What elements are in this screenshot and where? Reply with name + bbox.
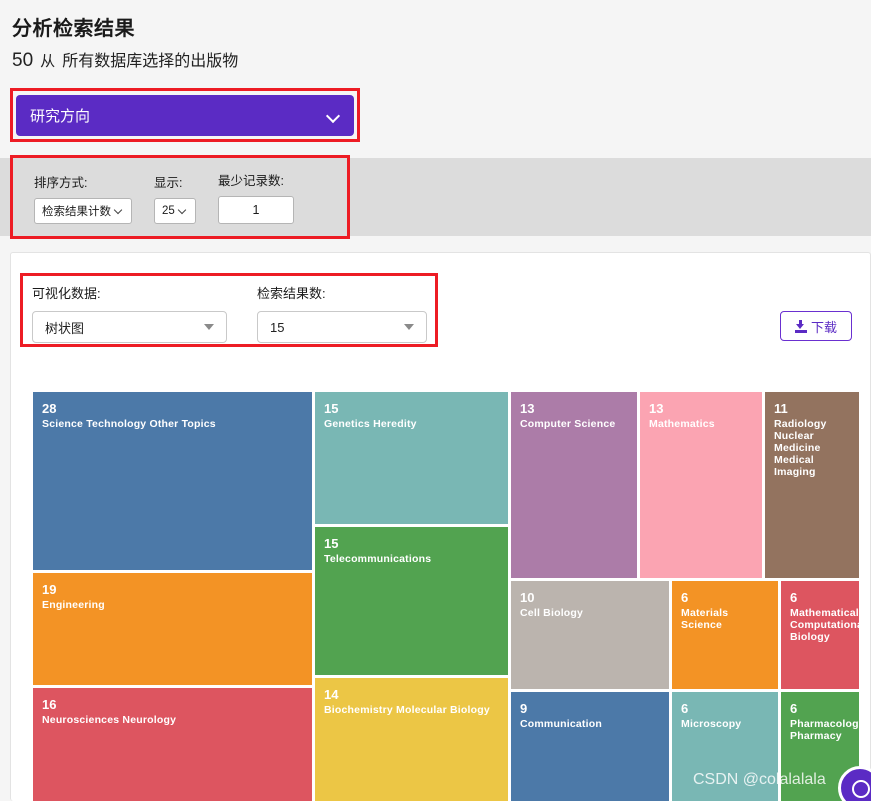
treemap-tile-value: 14 <box>324 687 339 702</box>
treemap-tile-value: 19 <box>42 582 57 597</box>
treemap-tile[interactable]: 15 Genetics Heredity <box>315 392 508 524</box>
treemap-tile[interactable]: 16 Neurosciences Neurology <box>33 688 312 801</box>
download-icon <box>794 319 807 333</box>
treemap-tile-value: 6 <box>790 590 798 605</box>
result-separator: 从 <box>40 53 56 70</box>
treemap-tile-label: Pharmacology Pharmacy <box>790 718 859 742</box>
treemap-tile[interactable]: 9 Communication <box>511 692 669 801</box>
treemap-tile-label: Science Technology Other Topics <box>42 418 216 430</box>
treemap-tile-label: Mathematical Computational Biology <box>790 607 859 643</box>
sort-by-select[interactable]: 检索结果计数 <box>34 198 132 224</box>
treemap-tile-value: 6 <box>790 701 798 716</box>
result-count-value: 15 <box>270 319 285 335</box>
treemap-tile-label: Radiology Nuclear Medicine Medical Imagi… <box>774 418 827 478</box>
result-count-select[interactable]: 15 <box>257 311 427 343</box>
caret-down-icon <box>404 324 414 330</box>
treemap-tile-label: Neurosciences Neurology <box>42 714 177 726</box>
download-button-label: 下载 <box>810 319 837 335</box>
result-description: 所有数据库选择的出版物 <box>62 53 239 70</box>
treemap-tile-label: Computer Science <box>520 418 616 430</box>
treemap-tile-value: 6 <box>681 590 689 605</box>
sort-by-group: 排序方式: 检索结果计数 <box>34 172 132 224</box>
min-records-input[interactable] <box>218 196 294 224</box>
treemap-tile[interactable]: 10 Cell Biology <box>511 581 669 689</box>
treemap-tile-value: 28 <box>42 401 57 416</box>
visualization-controls: 可视化数据: 树状图 检索结果数: 15 <box>32 283 427 343</box>
treemap-tile[interactable]: 28 Science Technology Other Topics <box>33 392 312 570</box>
treemap-tile-label: Cell Biology <box>520 607 584 619</box>
treemap-tile[interactable]: 6 Mathematical Computational Biology <box>781 581 859 689</box>
show-group: 显示: 25 <box>154 172 196 224</box>
treemap-tile[interactable]: 11 Radiology Nuclear Medicine Medical Ima… <box>765 392 859 578</box>
treemap-tile-label: Mathematics <box>649 418 715 430</box>
treemap-tile-value: 11 <box>774 401 788 416</box>
treemap-tile[interactable]: 6 Microscopy <box>672 692 778 801</box>
viz-data-group: 可视化数据: 树状图 <box>32 283 227 343</box>
analyze-results-page: 分析检索结果 50 从 所有数据库选择的出版物 研究方向 排序方式: 检索结果计… <box>0 0 871 801</box>
sort-by-label: 排序方式: <box>34 176 88 190</box>
treemap-tile[interactable]: 19 Engineering <box>33 573 312 685</box>
result-count: 50 <box>12 50 34 71</box>
show-value: 25 <box>162 205 175 217</box>
chevron-down-icon <box>115 207 124 216</box>
result-summary: 50 从 所有数据库选择的出版物 <box>12 47 238 72</box>
treemap-tile-value: 10 <box>520 590 535 605</box>
treemap-tile-label: Materials Science <box>681 607 729 631</box>
treemap-tile-label: Microscopy <box>681 718 742 730</box>
chevron-down-icon <box>327 109 340 122</box>
treemap-tile[interactable]: 14 Biochemistry Molecular Biology <box>315 678 508 801</box>
chevron-down-icon <box>179 207 188 216</box>
show-label: 显示: <box>154 176 183 190</box>
category-dropdown[interactable]: 研究方向 <box>16 95 354 136</box>
treemap-tile-value: 16 <box>42 697 57 712</box>
treemap-tile-label: Telecommunications <box>324 553 432 565</box>
treemap-tile-value: 15 <box>324 536 339 551</box>
result-count-label: 检索结果数: <box>257 286 326 301</box>
treemap-tile[interactable]: 13 Mathematics <box>640 392 762 578</box>
viz-data-select[interactable]: 树状图 <box>32 311 227 343</box>
treemap-tile[interactable]: 6 Materials Science <box>672 581 778 689</box>
treemap-tile-label: Communication <box>520 718 602 730</box>
caret-down-icon <box>204 324 214 330</box>
download-button[interactable]: 下载 <box>780 311 852 341</box>
treemap-tile-label: Biochemistry Molecular Biology <box>324 704 490 716</box>
result-count-group: 检索结果数: 15 <box>257 283 427 343</box>
min-records-group: 最少记录数: <box>218 170 294 224</box>
treemap-tile-value: 6 <box>681 701 689 716</box>
viz-data-value: 树状图 <box>45 320 85 336</box>
treemap-chart: 28 Science Technology Other Topics 19 Engin… <box>33 392 859 801</box>
treemap-tile-label: Engineering <box>42 599 105 611</box>
treemap-tile-value: 13 <box>520 401 535 416</box>
treemap-tile-value: 13 <box>649 401 664 416</box>
show-select[interactable]: 25 <box>154 198 196 224</box>
min-records-label: 最少记录数: <box>218 174 284 188</box>
treemap-tile[interactable]: 6 Pharmacology Pharmacy <box>781 692 859 801</box>
sort-by-value: 检索结果计数 <box>42 206 111 218</box>
treemap-tile[interactable]: 15 Telecommunications <box>315 527 508 675</box>
viz-data-label: 可视化数据: <box>32 286 101 301</box>
treemap-tile-label: Genetics Heredity <box>324 418 417 430</box>
treemap-tile-value: 15 <box>324 401 339 416</box>
page-title: 分析检索结果 <box>12 18 135 40</box>
sort-controls: 排序方式: 检索结果计数 显示: 25 最少记录数: <box>34 170 294 224</box>
treemap-tile-value: 9 <box>520 701 528 716</box>
treemap-tile[interactable]: 13 Computer Science <box>511 392 637 578</box>
category-dropdown-label: 研究方向 <box>30 108 91 125</box>
